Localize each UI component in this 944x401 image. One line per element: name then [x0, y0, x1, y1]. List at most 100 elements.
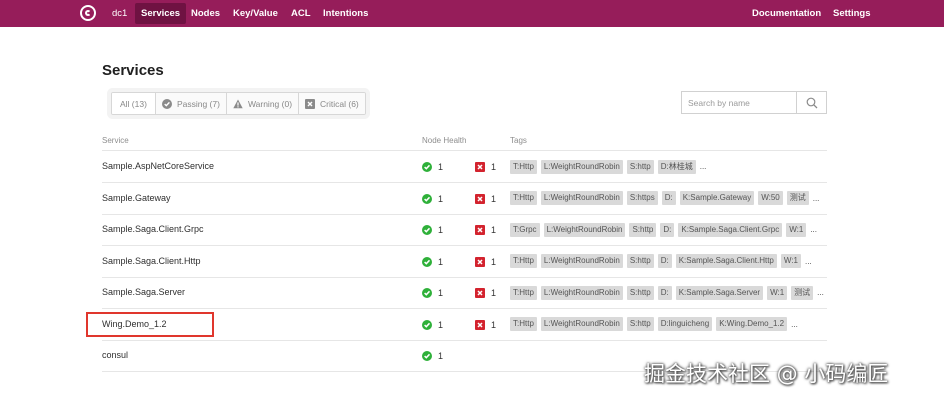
more-tags-ellipsis: ... — [812, 193, 820, 203]
tag-list: T:Http L:WeightRoundRobin S:http D:linguich… — [510, 317, 798, 332]
table-row[interactable]: Sample.Saga.Client.Http 1 1 T:Http L:WeightR… — [102, 246, 827, 278]
service-name-link[interactable]: consul — [102, 340, 128, 371]
page-title: Services — [102, 62, 164, 79]
top-navigation-bar: dc1 Services Nodes Key/Value ACL Intenti… — [0, 0, 944, 27]
tag-badge: S:http — [626, 285, 654, 300]
nav-item-settings[interactable]: Settings — [833, 0, 870, 27]
passing-health-count: 1 — [422, 193, 443, 205]
service-name-link[interactable]: Sample.Saga.Server — [102, 277, 185, 308]
service-name-link[interactable]: Sample.Saga.Client.Http — [102, 246, 201, 277]
tag-badge: S:http — [626, 317, 654, 331]
filter-all[interactable]: All (13) — [112, 93, 156, 114]
filter-critical-label: Critical (6) — [320, 98, 359, 109]
tag-list: T:Http L:WeightRoundRobin S:http D: K:Sample… — [510, 254, 812, 269]
tag-badge: 测试 — [791, 285, 814, 300]
table-row[interactable]: Sample.AspNetCoreService 1 1 T:Http L:Weight… — [102, 151, 827, 183]
table-row[interactable]: Sample.Gateway 1 1 T:Http L:WeightRoundRobin… — [102, 183, 827, 215]
tag-badge: D: — [657, 285, 672, 300]
check-circle-icon — [422, 162, 432, 172]
nav-item-key-value[interactable]: Key/Value — [233, 0, 278, 27]
service-name-link[interactable]: Sample.Gateway — [102, 183, 171, 214]
service-name-link[interactable]: Sample.Saga.Client.Grpc — [102, 214, 204, 245]
watermark-text: 掘金技术社区 @ 小码编匠 — [644, 362, 889, 386]
nav-item-acl[interactable]: ACL — [291, 0, 311, 27]
search-input[interactable] — [682, 92, 796, 113]
tag-list: T:Http L:WeightRoundRobin S:http D: K:Sample… — [510, 285, 824, 300]
tag-badge: T:Http — [510, 317, 537, 331]
tag-badge: W:50 — [758, 191, 783, 205]
critical-count: 1 — [491, 256, 497, 267]
critical-health-count: 1 — [475, 319, 496, 331]
tag-badge: L:WeightRoundRobin — [540, 159, 623, 174]
critical-health-count: 1 — [475, 287, 496, 299]
passing-count: 1 — [438, 256, 444, 267]
more-tags-ellipsis: ... — [810, 225, 817, 234]
tag-badge: K:Sample.Gateway — [679, 191, 755, 205]
column-header-node-health: Node Health — [422, 136, 467, 145]
critical-health-count: 1 — [475, 193, 496, 205]
search-box — [681, 91, 827, 114]
filter-critical[interactable]: Critical (6) — [299, 93, 365, 114]
critical-count: 1 — [491, 162, 497, 172]
more-tags-ellipsis: ... — [804, 256, 812, 266]
passing-health-count: 1 — [422, 161, 443, 173]
passing-health-count: 1 — [422, 256, 443, 268]
nav-item-services[interactable]: Services — [135, 3, 187, 24]
tag-badge: W:1 — [780, 254, 801, 268]
search-icon — [806, 97, 817, 108]
critical-health-count: 1 — [475, 224, 496, 236]
health-filter-tabs: All (13) Passing (7) Warning (0) Critica… — [111, 92, 366, 115]
search-button[interactable] — [796, 92, 826, 113]
passing-count: 1 — [438, 225, 444, 235]
tag-badge: 测试 — [786, 191, 809, 205]
critical-count: 1 — [491, 193, 497, 204]
passing-health-count: 1 — [422, 287, 443, 299]
table-row[interactable]: Sample.Saga.Client.Grpc 1 1 T:Grpc L:WeightR… — [102, 214, 827, 246]
tag-badge: D: — [660, 222, 675, 237]
filter-passing[interactable]: Passing (7) — [155, 93, 227, 114]
consul-logo-icon[interactable] — [80, 5, 96, 21]
critical-x-icon — [475, 256, 485, 267]
tag-badge: D:林桂城 — [657, 159, 696, 174]
filter-warning[interactable]: Warning (0) — [226, 93, 300, 114]
filter-warning-label: Warning (0) — [247, 98, 293, 109]
check-circle-icon — [422, 319, 432, 330]
tag-badge: T:Grpc — [510, 222, 540, 237]
tag-badge: K:Sample.Saga.Server — [675, 285, 764, 300]
tag-badge: S:http — [626, 159, 654, 174]
tag-badge: L:WeightRoundRobin — [540, 285, 623, 300]
critical-x-icon — [475, 319, 485, 330]
nav-item-nodes[interactable]: Nodes — [191, 0, 220, 27]
passing-count: 1 — [438, 162, 444, 172]
tag-badge: S:https — [626, 191, 658, 205]
nav-item-documentation[interactable]: Documentation — [752, 0, 821, 27]
critical-x-icon — [475, 162, 485, 172]
check-circle-icon — [422, 193, 432, 204]
datacenter-selector[interactable]: dc1 — [112, 0, 127, 27]
tag-badge: T:Http — [510, 191, 537, 205]
check-circle-icon — [422, 225, 432, 235]
passing-count: 1 — [438, 288, 444, 298]
check-circle-icon — [422, 288, 432, 298]
passing-count: 1 — [438, 351, 444, 361]
nav-item-intentions[interactable]: Intentions — [323, 0, 368, 27]
highlight-box — [86, 312, 214, 337]
check-circle-icon — [422, 256, 432, 267]
tag-badge: W:1 — [767, 285, 788, 300]
column-header-tags: Tags — [510, 136, 527, 145]
tag-badge: K:Sample.Saga.Client.Http — [675, 254, 777, 268]
critical-health-count: 1 — [475, 256, 496, 268]
service-name-link[interactable]: Sample.AspNetCoreService — [102, 151, 214, 182]
critical-x-icon — [475, 288, 485, 298]
tag-badge: S:http — [629, 222, 657, 237]
tag-badge: T:Http — [510, 285, 537, 300]
passing-health-count: 1 — [422, 350, 443, 362]
tag-list: T:Http L:WeightRoundRobin S:http D:林桂城... — [510, 159, 706, 174]
table-row[interactable]: Sample.Saga.Server 1 1 T:Http L:WeightRoundR… — [102, 277, 827, 309]
warning-triangle-icon — [233, 99, 243, 109]
critical-x-icon — [475, 193, 485, 204]
critical-health-count: 1 — [475, 161, 496, 173]
critical-count: 1 — [491, 288, 497, 298]
tag-badge: K:Sample.Saga.Client.Grpc — [678, 222, 783, 237]
filter-all-label: All (13) — [120, 98, 147, 109]
